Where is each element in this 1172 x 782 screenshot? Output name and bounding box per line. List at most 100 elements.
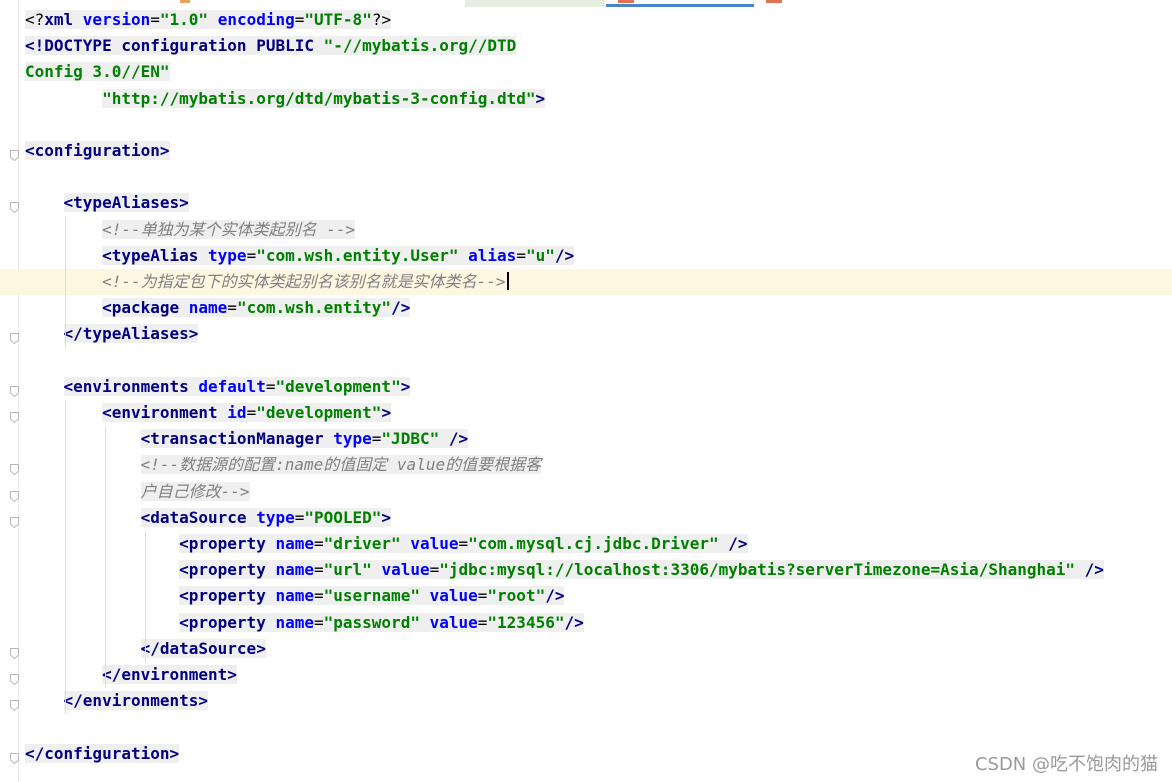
code-token: "username" — [323, 586, 420, 606]
code-line[interactable]: <environments default="development"> — [0, 374, 1172, 400]
fold-marker-icon[interactable] — [10, 696, 19, 712]
code-token: value — [410, 534, 459, 553]
code-token — [718, 534, 729, 553]
code-token: value — [381, 560, 430, 580]
code-token: <!--单独为某个实体类起别名 --> — [102, 219, 356, 239]
code-token — [458, 245, 469, 265]
indent-guide — [65, 216, 66, 348]
code-line[interactable]: <typeAliases> — [0, 190, 1172, 216]
code-token: = — [429, 560, 440, 580]
code-line[interactable] — [0, 112, 1172, 138]
code-line[interactable]: <property name="username" value="root"/> — [0, 583, 1172, 609]
xml-file-icon — [618, 0, 634, 3]
fold-marker-icon[interactable] — [10, 487, 19, 502]
code-line[interactable]: <environment id="development"> — [0, 400, 1172, 426]
code-token: type — [208, 245, 247, 265]
code-line[interactable]: <?xml version="1.0" encoding="UTF-8"?> — [0, 7, 1172, 33]
code-token: </dataSource> — [140, 638, 266, 658]
code-token: name — [275, 534, 314, 553]
code-line[interactable]: <property name="password" value="123456"… — [0, 610, 1172, 636]
indent-guide — [105, 426, 106, 689]
code-line-text: </configuration> — [25, 741, 180, 767]
indent-guide — [145, 531, 146, 662]
code-token: = — [294, 507, 305, 527]
watermark: CSDN @吃不饱肉的猫 — [974, 754, 1158, 775]
code-line-text: <!--单独为某个实体类起别名 --> — [25, 217, 356, 243]
code-token: /> — [728, 534, 748, 553]
fold-marker-icon[interactable] — [10, 513, 19, 528]
fold-marker-icon[interactable] — [10, 329, 19, 345]
code-token: "-//mybatis.org//DTD — [323, 36, 517, 56]
code-token: "JDBC" — [381, 429, 440, 449]
fold-marker-icon[interactable] — [10, 749, 19, 764]
code-line[interactable]: "http://mybatis.org/dtd/mybatis-3-config… — [0, 86, 1172, 112]
code-line[interactable]: <!--单独为某个实体类起别名 --> — [0, 217, 1172, 243]
code-line[interactable]: </environment> — [0, 662, 1172, 688]
code-line-text: <?xml version="1.0" encoding="UTF-8"?> — [25, 7, 392, 33]
code-token: "url" — [323, 560, 372, 580]
fold-marker-icon[interactable] — [10, 644, 19, 659]
code-token: name — [275, 586, 314, 606]
fold-marker-icon[interactable] — [10, 198, 19, 214]
code-line[interactable]: <configuration> — [0, 138, 1172, 164]
code-line[interactable]: Config 3.0//EN" — [0, 59, 1172, 85]
code-line[interactable] — [0, 714, 1172, 740]
code-token: "UTF-8" — [304, 10, 372, 29]
fold-marker-icon[interactable] — [10, 382, 19, 397]
code-token: <transactionManager — [140, 429, 334, 449]
code-line-text: <!DOCTYPE configuration PUBLIC "-//mybat… — [25, 33, 517, 59]
code-line[interactable]: <property name="driver" value="com.mysql… — [0, 531, 1172, 557]
code-line[interactable]: 户自己修改--> — [0, 479, 1172, 505]
code-line[interactable]: <dataSource type="POOLED"> — [0, 505, 1172, 531]
code-token: = — [313, 560, 324, 580]
code-editor[interactable]: <?xml version="1.0" encoding="UTF-8"?> <!… — [0, 7, 1172, 782]
code-line[interactable]: <!DOCTYPE configuration PUBLIC "-//mybat… — [0, 33, 1172, 59]
code-token: id — [227, 403, 247, 422]
code-token — [439, 429, 449, 449]
indent-guide — [65, 400, 66, 715]
code-token: = — [516, 245, 526, 265]
code-token: type — [333, 429, 372, 449]
code-line[interactable] — [0, 348, 1172, 374]
code-line[interactable]: </dataSource> — [0, 636, 1172, 662]
code-token: /> — [554, 245, 575, 265]
code-token: <property — [179, 534, 276, 553]
editor-tab[interactable] — [465, 0, 605, 7]
fold-marker-icon[interactable] — [10, 670, 19, 686]
code-token: /> — [448, 429, 469, 449]
code-token: <environments — [63, 376, 199, 396]
code-line-text: </environments> — [25, 688, 209, 714]
fold-marker-icon[interactable] — [10, 460, 19, 476]
code-line[interactable]: <!--数据源的配置:name的值固定 value的值要根据客 — [0, 452, 1172, 478]
code-token: "development" — [256, 403, 382, 422]
code-token: "com.wsh.entity" — [236, 298, 392, 318]
code-token: "com.wsh.entity.User" — [256, 245, 459, 265]
code-line-text: <typeAliases> — [25, 190, 189, 216]
code-token: type — [256, 507, 295, 527]
code-token: "jdbc:mysql://localhost:3306/mybatis?ser… — [439, 560, 1076, 580]
code-line[interactable]: <package name="com.wsh.entity"/> — [0, 295, 1172, 321]
code-token: = — [227, 298, 237, 318]
code-line[interactable]: <!--为指定包下的实体类起别名该别名就是实体类名--> — [0, 269, 1172, 295]
code-line[interactable] — [0, 164, 1172, 190]
code-line[interactable]: <transactionManager type="JDBC" /> — [0, 426, 1172, 452]
code-line[interactable]: </typeAliases> — [0, 321, 1172, 347]
fold-marker-icon[interactable] — [10, 146, 19, 162]
code-line[interactable]: </environments> — [0, 688, 1172, 714]
fold-marker-icon[interactable] — [10, 408, 19, 424]
code-token: = — [246, 245, 257, 265]
code-token: ?> — [371, 10, 392, 29]
code-line[interactable]: <typeAlias type="com.wsh.entity.User" al… — [0, 243, 1172, 269]
code-line-text: <property name="driver" value="com.mysql… — [25, 531, 748, 557]
code-line[interactable]: <property name="url" value="jdbc:mysql:/… — [0, 557, 1172, 583]
code-token: = — [477, 586, 488, 606]
